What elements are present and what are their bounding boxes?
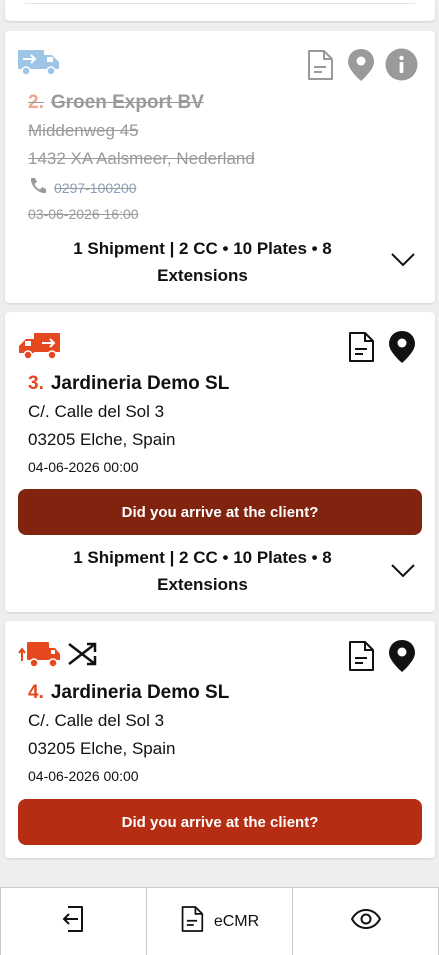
stop-number: 2. — [28, 92, 44, 113]
document-icon[interactable] — [344, 639, 377, 672]
document-icon — [180, 905, 204, 938]
stop-name: Jardineria Demo SL — [50, 373, 230, 394]
stop-city: 03205 Elche, Spain — [28, 739, 176, 758]
stop-card-4[interactable]: 4. Jardineria Demo SL C/. Calle del Sol 3… — [5, 621, 435, 858]
chevron-down-icon[interactable] — [390, 563, 416, 584]
location-pin-icon[interactable] — [344, 48, 377, 81]
stop-street: C/. Calle del Sol 3 — [28, 711, 165, 730]
document-icon[interactable] — [344, 330, 377, 363]
stop-number: 3. — [28, 373, 44, 394]
stop-card-2[interactable]: 2. Groen Export BV Middenweg 45 1432 XA A… — [5, 31, 435, 303]
document-icon[interactable] — [303, 48, 336, 81]
truck-upload-icon — [18, 639, 62, 674]
truck-arrow-icon — [17, 47, 61, 82]
phone-icon — [28, 177, 48, 198]
stop-card-3[interactable]: 3. Jardineria Demo SL C/. Calle del Sol 3… — [5, 312, 435, 612]
stop-city: 03205 Elche, Spain — [28, 430, 176, 449]
stop-title: 3. Jardineria Demo SL — [28, 373, 229, 395]
shipment-summary: 1 Shipment | 2 CC • 10 Plates • 8 Extens… — [73, 239, 332, 285]
previous-card-stub — [5, 0, 435, 21]
stop-title: 2. Groen Export BV — [28, 92, 204, 114]
stop-name: Groen Export BV — [50, 92, 204, 113]
logout-icon — [60, 904, 88, 939]
ecmr-tab[interactable]: eCMR — [147, 888, 293, 955]
stop-name: Jardineria Demo SL — [50, 682, 230, 703]
stop-city: 1432 XA Aalsmeer, Nederland — [28, 149, 255, 168]
bottom-nav: eCMR — [0, 887, 439, 955]
stop-datetime: 03-06-2026 16:00 — [28, 206, 139, 222]
stop-title: 4. Jardineria Demo SL — [28, 682, 229, 704]
arrive-button[interactable]: Did you arrive at the client? — [18, 799, 422, 845]
truck-arrow-icon — [18, 331, 62, 366]
eye-icon — [350, 908, 381, 934]
location-pin-icon[interactable] — [385, 639, 418, 672]
stop-phone[interactable]: 0297-100200 — [28, 177, 137, 198]
shipment-summary: 1 Shipment | 2 CC • 10 Plates • 8 Extens… — [73, 548, 332, 594]
location-pin-icon[interactable] — [385, 330, 418, 363]
info-icon[interactable] — [385, 48, 418, 81]
ecmr-label: eCMR — [213, 912, 260, 930]
stop-datetime: 04-06-2026 00:00 — [28, 768, 139, 784]
stop-street: Middenweg 45 — [28, 121, 139, 140]
view-tab[interactable] — [293, 888, 439, 955]
logout-tab[interactable] — [0, 888, 147, 955]
stop-number: 4. — [28, 682, 44, 703]
arrive-button[interactable]: Did you arrive at the client? — [18, 489, 422, 535]
stop-datetime: 04-06-2026 00:00 — [28, 459, 139, 475]
crossed-arrows-icon — [65, 640, 101, 673]
stop-street: C/. Calle del Sol 3 — [28, 402, 165, 421]
phone-number[interactable]: 0297-100200 — [54, 180, 137, 196]
chevron-down-icon[interactable] — [390, 252, 416, 273]
